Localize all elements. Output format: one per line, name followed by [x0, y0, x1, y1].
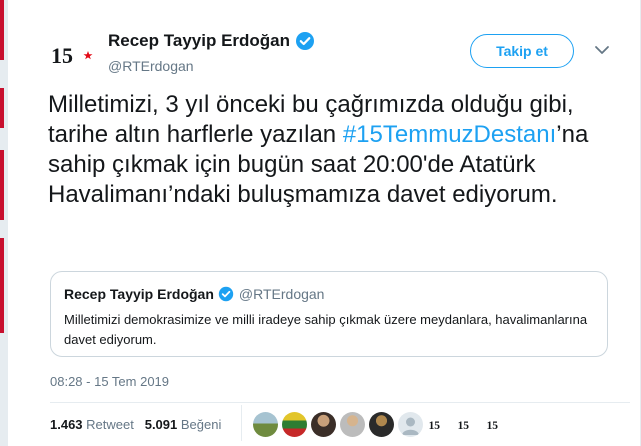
svg-text:15: 15 [458, 420, 470, 432]
15-temmuz-logo-icon: 15 [487, 418, 504, 432]
tweet-timestamp[interactable]: 08:28 - 15 Tem 2019 [50, 374, 169, 389]
engagement-stats: 1.463 Retweet 5.091 Beğeni [50, 417, 221, 432]
hashtag-link[interactable]: #15TemmuzDestanı [343, 121, 556, 148]
author-handle[interactable]: @RTErdogan [108, 58, 194, 74]
background-edge-strip [0, 150, 4, 220]
retweet-stat[interactable]: 1.463 Retweet [50, 417, 134, 432]
liker-avatar[interactable] [369, 412, 394, 437]
quoted-author-handle: @RTErdogan [238, 286, 325, 302]
liker-avatars: 15 15 15 [253, 412, 514, 437]
author-avatar[interactable]: 15 [48, 30, 96, 78]
follow-button[interactable]: Takip et [470, 34, 574, 68]
author-name[interactable]: Recep Tayyip Erdoğan [108, 31, 290, 51]
like-stat[interactable]: 5.091 Beğeni [145, 417, 222, 432]
quoted-tweet-text: Milletimizi demokrasimize ve milli irade… [64, 312, 588, 347]
liker-avatar[interactable]: 15 [427, 412, 452, 437]
liker-avatar[interactable] [340, 412, 365, 437]
liker-avatar[interactable] [253, 412, 278, 437]
like-count: 5.091 [144, 417, 178, 432]
tweet-text: Milletimizi, 3 yıl önceki bu çağrımızda … [48, 90, 638, 210]
svg-text:15: 15 [51, 43, 73, 68]
liker-avatar[interactable] [311, 412, 336, 437]
verified-badge-icon [296, 32, 315, 50]
like-label: Beğeni [180, 417, 222, 432]
default-profile-icon [402, 417, 419, 435]
divider [50, 402, 630, 403]
svg-text:15: 15 [487, 420, 499, 432]
stats-separator [241, 405, 242, 441]
chevron-down-icon[interactable] [594, 44, 610, 56]
background-edge-strip [0, 0, 4, 60]
15-temmuz-logo-icon: 15 [458, 418, 475, 432]
15-temmuz-logo-icon: 15 [429, 418, 446, 432]
liker-avatar[interactable]: 15 [485, 412, 510, 437]
15-temmuz-logo-icon: 15 [51, 43, 93, 68]
quoted-author-name: Recep Tayyip Erdoğan [64, 286, 214, 302]
retweet-label: Retweet [86, 417, 134, 432]
verified-badge-icon [218, 286, 234, 302]
quoted-tweet[interactable]: Recep Tayyip Erdoğan @RTErdogan Milletim… [50, 271, 608, 357]
tweet-card: 15 Recep Tayyip Erdoğan @RTErdogan Takip… [8, 0, 640, 446]
liker-avatar[interactable] [398, 412, 423, 437]
svg-text:15: 15 [429, 420, 441, 432]
quoted-tweet-header: Recep Tayyip Erdoğan @RTErdogan [64, 286, 324, 302]
background-edge-strip [0, 238, 4, 333]
liker-avatar[interactable] [282, 412, 307, 437]
liker-avatar[interactable]: 15 [456, 412, 481, 437]
background-edge-strip [0, 88, 4, 128]
retweet-count: 1.463 [50, 417, 83, 432]
author-name-row: Recep Tayyip Erdoğan [108, 31, 315, 51]
